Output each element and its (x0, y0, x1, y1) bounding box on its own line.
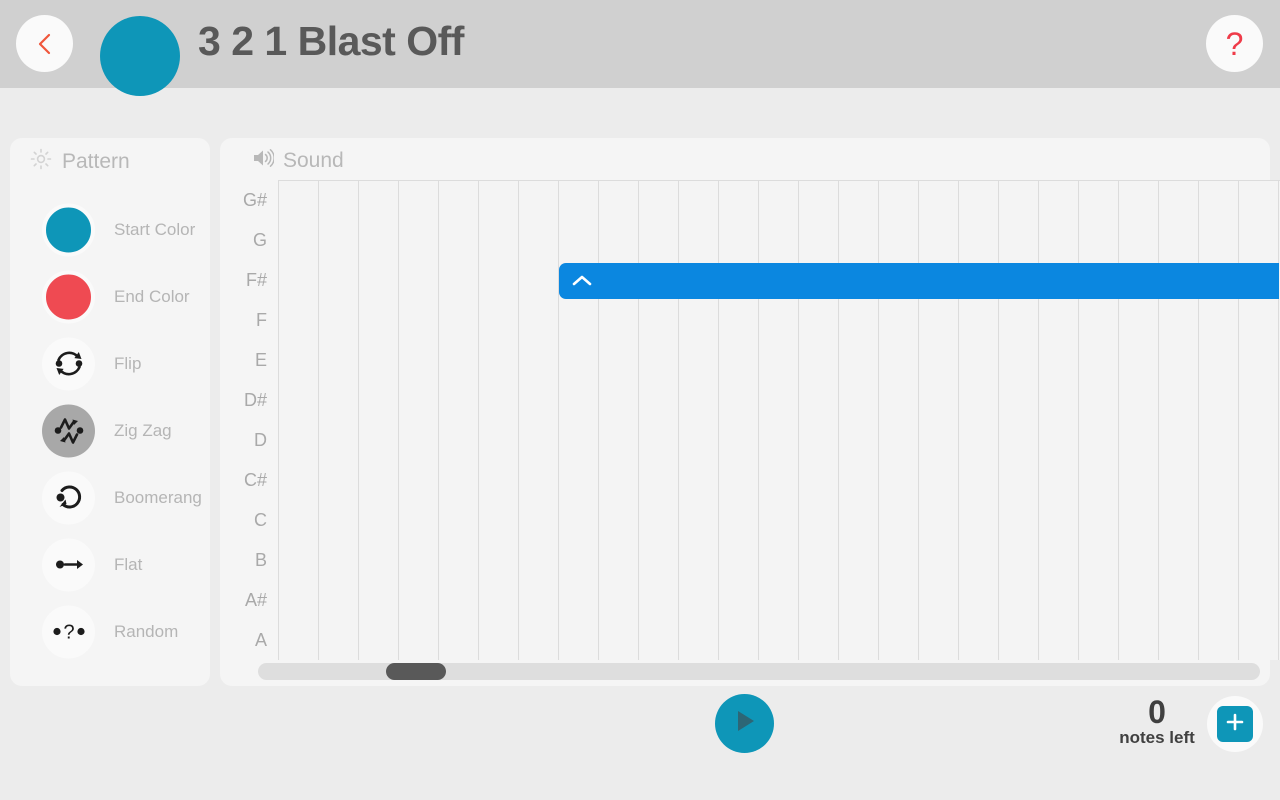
pattern-item-end-color[interactable]: End Color (10, 263, 210, 330)
pattern-item-label: Flat (114, 554, 143, 574)
sound-panel: Sound G# G F# F E D# D C# C B A# A (220, 138, 1280, 686)
pattern-item-label: Flip (114, 353, 142, 373)
pattern-item-label: Random (114, 621, 179, 641)
note-label-F: F (256, 309, 267, 330)
notes-left-label: notes left (1119, 728, 1195, 747)
flat-arrow-icon[interactable] (42, 538, 95, 591)
notes-left-count: 0 (1148, 694, 1166, 730)
note-grid-canvas[interactable] (278, 181, 1280, 660)
question-mark-icon: ? (1225, 25, 1244, 62)
note-label-D: D (254, 429, 267, 450)
chevron-up-icon[interactable] (571, 274, 593, 288)
grid-horizontal-scrollbar[interactable] (258, 663, 1260, 680)
svg-text:?: ? (63, 622, 74, 644)
pattern-item-start-color[interactable]: Start Color (10, 196, 210, 263)
pattern-list: Start Color End Color Flip Zig Zag Boome… (10, 196, 210, 665)
add-note-button[interactable] (1217, 706, 1253, 742)
add-note-button-wrapper (1207, 696, 1263, 752)
boomerang-icon[interactable] (42, 471, 95, 524)
speaker-icon (252, 148, 275, 173)
sound-panel-title: Sound (283, 148, 344, 172)
note-grid-area: G# G F# F E D# D C# C B A# A (232, 180, 1280, 660)
note-label-Gsharp: G# (242, 189, 267, 210)
pattern-item-flip[interactable]: Flip (10, 330, 210, 397)
note-label-B: B (254, 549, 267, 570)
back-button[interactable] (16, 15, 73, 72)
pattern-item-zig-zag[interactable]: Zig Zag (10, 397, 210, 464)
note-label-Fsharp: F# (245, 269, 267, 290)
pattern-item-flat[interactable]: Flat (10, 531, 210, 598)
zigzag-icon[interactable] (42, 404, 95, 457)
note-label-Csharp: C# (243, 469, 267, 490)
plus-icon (1224, 711, 1246, 738)
play-icon (733, 708, 757, 739)
grid-scrollbar-thumb[interactable] (386, 663, 447, 680)
pattern-panel-title: Pattern (62, 149, 130, 173)
project-color-dot (100, 16, 180, 96)
pattern-panel: Pattern Start Color End Color Flip Zig Z… (10, 138, 210, 686)
note-label-Asharp: A# (244, 589, 267, 610)
note-label-A: A (254, 629, 267, 650)
random-icon[interactable]: ? (42, 605, 95, 658)
pattern-item-random[interactable]: ? Random (10, 598, 210, 665)
note-grid[interactable] (278, 180, 1280, 660)
note-label-Dsharp: D# (243, 389, 267, 410)
brightness-icon (30, 148, 52, 175)
chevron-left-icon (35, 32, 55, 56)
pattern-item-boomerang[interactable]: Boomerang (10, 464, 210, 531)
pattern-item-label: Zig Zag (114, 420, 172, 440)
note-label-G: G (252, 229, 267, 250)
help-button[interactable]: ? (1206, 15, 1263, 72)
note-label-E: E (254, 349, 267, 370)
page-title: 3 2 1 Blast Off (198, 18, 464, 64)
pattern-panel-header: Pattern (30, 148, 130, 175)
notes-left-counter: 0 notes left (1100, 696, 1214, 748)
color-swatch-icon[interactable] (42, 270, 95, 323)
note-label-column: G# G F# F E D# D C# C B A# A (232, 180, 270, 660)
pattern-item-label: Boomerang (114, 487, 202, 507)
sound-panel-header: Sound (252, 148, 344, 173)
note-label-C: C (254, 509, 267, 530)
pattern-item-label: End Color (114, 286, 190, 306)
app-header: 3 2 1 Blast Off ? (0, 0, 1280, 96)
play-button[interactable] (715, 694, 774, 753)
color-swatch-icon[interactable] (42, 203, 95, 256)
pattern-item-label: Start Color (114, 219, 196, 239)
note-bar[interactable] (559, 263, 1279, 299)
flip-icon[interactable] (42, 337, 95, 390)
